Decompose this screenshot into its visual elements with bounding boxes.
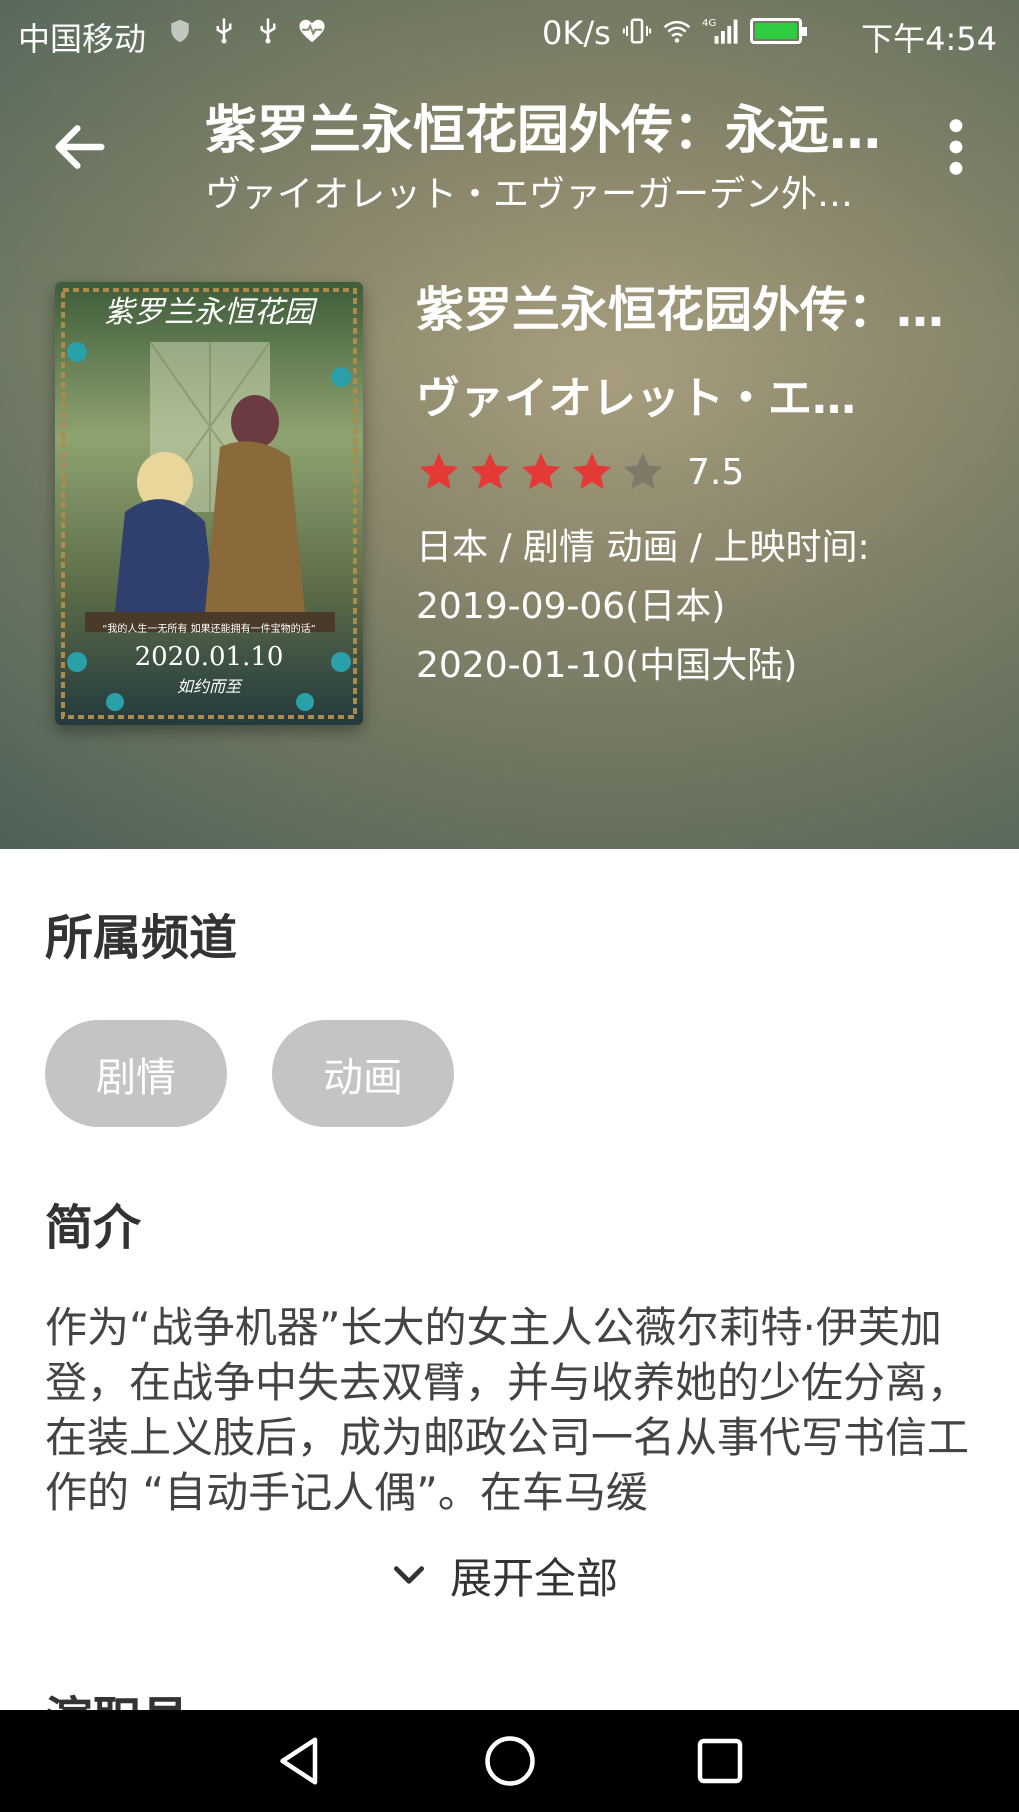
tag-animation[interactable]: 动画 xyxy=(272,1020,454,1127)
meta-release-china: 2020-01-10(中国大陆) xyxy=(416,645,798,686)
movie-original-title: ヴァイオレット・エヴァーガーデン外伝 xyxy=(416,373,866,424)
movie-title: 紫罗兰永恒花园外传：永远与自动手记人偶 xyxy=(416,282,976,338)
poster-artwork: 紫罗兰永恒花园 “我的人生一无所有 如果还能拥有一件宝物的话” 2020.01.… xyxy=(55,282,363,725)
star-filled-icon xyxy=(521,452,561,490)
svg-text:紫罗兰永恒花园: 紫罗兰永恒花园 xyxy=(104,295,318,330)
battery-icon xyxy=(750,18,807,44)
network-speed: 0K/s xyxy=(542,14,611,52)
rating: 7.5 xyxy=(416,446,996,498)
star-filled-icon xyxy=(419,452,459,490)
vibrate-icon xyxy=(622,18,652,44)
toolbar: 紫罗兰永恒花园外传：永远与自动手记人偶 ヴァイオレット・エヴァーガーデン外伝 -… xyxy=(0,70,1019,220)
carrier-name: 中国移动 xyxy=(18,20,147,58)
movie-info: 紫罗兰永恒花园外传：永远与自动手记人偶 ヴァイオレット・エヴァーガーデン外伝 7… xyxy=(416,270,996,695)
more-options-icon[interactable] xyxy=(940,115,972,179)
movie-poster[interactable]: 紫罗兰永恒花园 “我的人生一无所有 如果还能拥有一件宝物的话” 2020.01.… xyxy=(55,282,363,725)
rating-value: 7.5 xyxy=(687,451,745,493)
movie-meta: 日本 / 剧情 动画 / 上映时间: 2019-09-06(日本) 2020-0… xyxy=(416,518,996,695)
usb-icon xyxy=(260,18,276,44)
star-filled-icon xyxy=(572,452,612,490)
star-filled-icon xyxy=(470,452,510,490)
shield-icon xyxy=(171,19,189,43)
nav-recents-icon[interactable] xyxy=(690,1731,750,1791)
back-arrow-icon[interactable] xyxy=(48,115,112,179)
svg-text:2020.01.10: 2020.01.10 xyxy=(135,642,284,672)
expand-all-button[interactable]: 展开全部 xyxy=(390,1545,618,1605)
svg-text:4G: 4G xyxy=(702,18,716,29)
status-bar: 中国移动 0K/s 4G 下午4:54 xyxy=(0,0,1019,68)
usb-icon xyxy=(216,18,232,44)
intro-text: 作为“战争机器”长大的女主人公薇尔莉特·伊芙加登，在战争中失去双臂，并与收养她的… xyxy=(45,1303,970,1517)
expand-all-label: 展开全部 xyxy=(450,1553,619,1603)
tag-drama[interactable]: 剧情 xyxy=(45,1020,227,1127)
nav-home-icon[interactable] xyxy=(480,1731,540,1791)
meta-region-genre: 日本 / 剧情 动画 / 上映时间: xyxy=(416,527,870,568)
toolbar-subtitle: ヴァイオレット・エヴァーガーデン外伝 - 永遠と自動手記人形 - xyxy=(205,174,855,215)
svg-text:“我的人生一无所有 如果还能拥有一件宝物的话”: “我的人生一无所有 如果还能拥有一件宝物的话” xyxy=(102,622,316,635)
system-nav-bar xyxy=(0,1710,1019,1812)
clock: 下午4:54 xyxy=(861,20,997,58)
rating-stars xyxy=(416,449,671,495)
svg-text:如约而至: 如约而至 xyxy=(177,677,243,696)
toolbar-title: 紫罗兰永恒花园外传：永远与自动手记人偶 xyxy=(205,101,905,161)
channel-tags: 剧情 动画 xyxy=(45,1020,454,1127)
movie-header: 中国移动 0K/s 4G 下午4:54 紫罗兰永恒花园外传：永远与自动手记人偶 … xyxy=(0,0,1019,849)
meta-release-japan: 2019-09-06(日本) xyxy=(416,586,726,627)
nav-back-icon[interactable] xyxy=(270,1731,330,1791)
intro-heading: 简介 xyxy=(45,1200,142,1256)
star-empty-icon xyxy=(623,452,663,490)
heart-monitor-icon xyxy=(299,19,325,43)
signal-icon: 4G xyxy=(702,18,738,44)
chevron-down-icon xyxy=(393,1566,425,1584)
channels-heading: 所属频道 xyxy=(45,910,238,966)
wifi-icon xyxy=(663,20,691,43)
